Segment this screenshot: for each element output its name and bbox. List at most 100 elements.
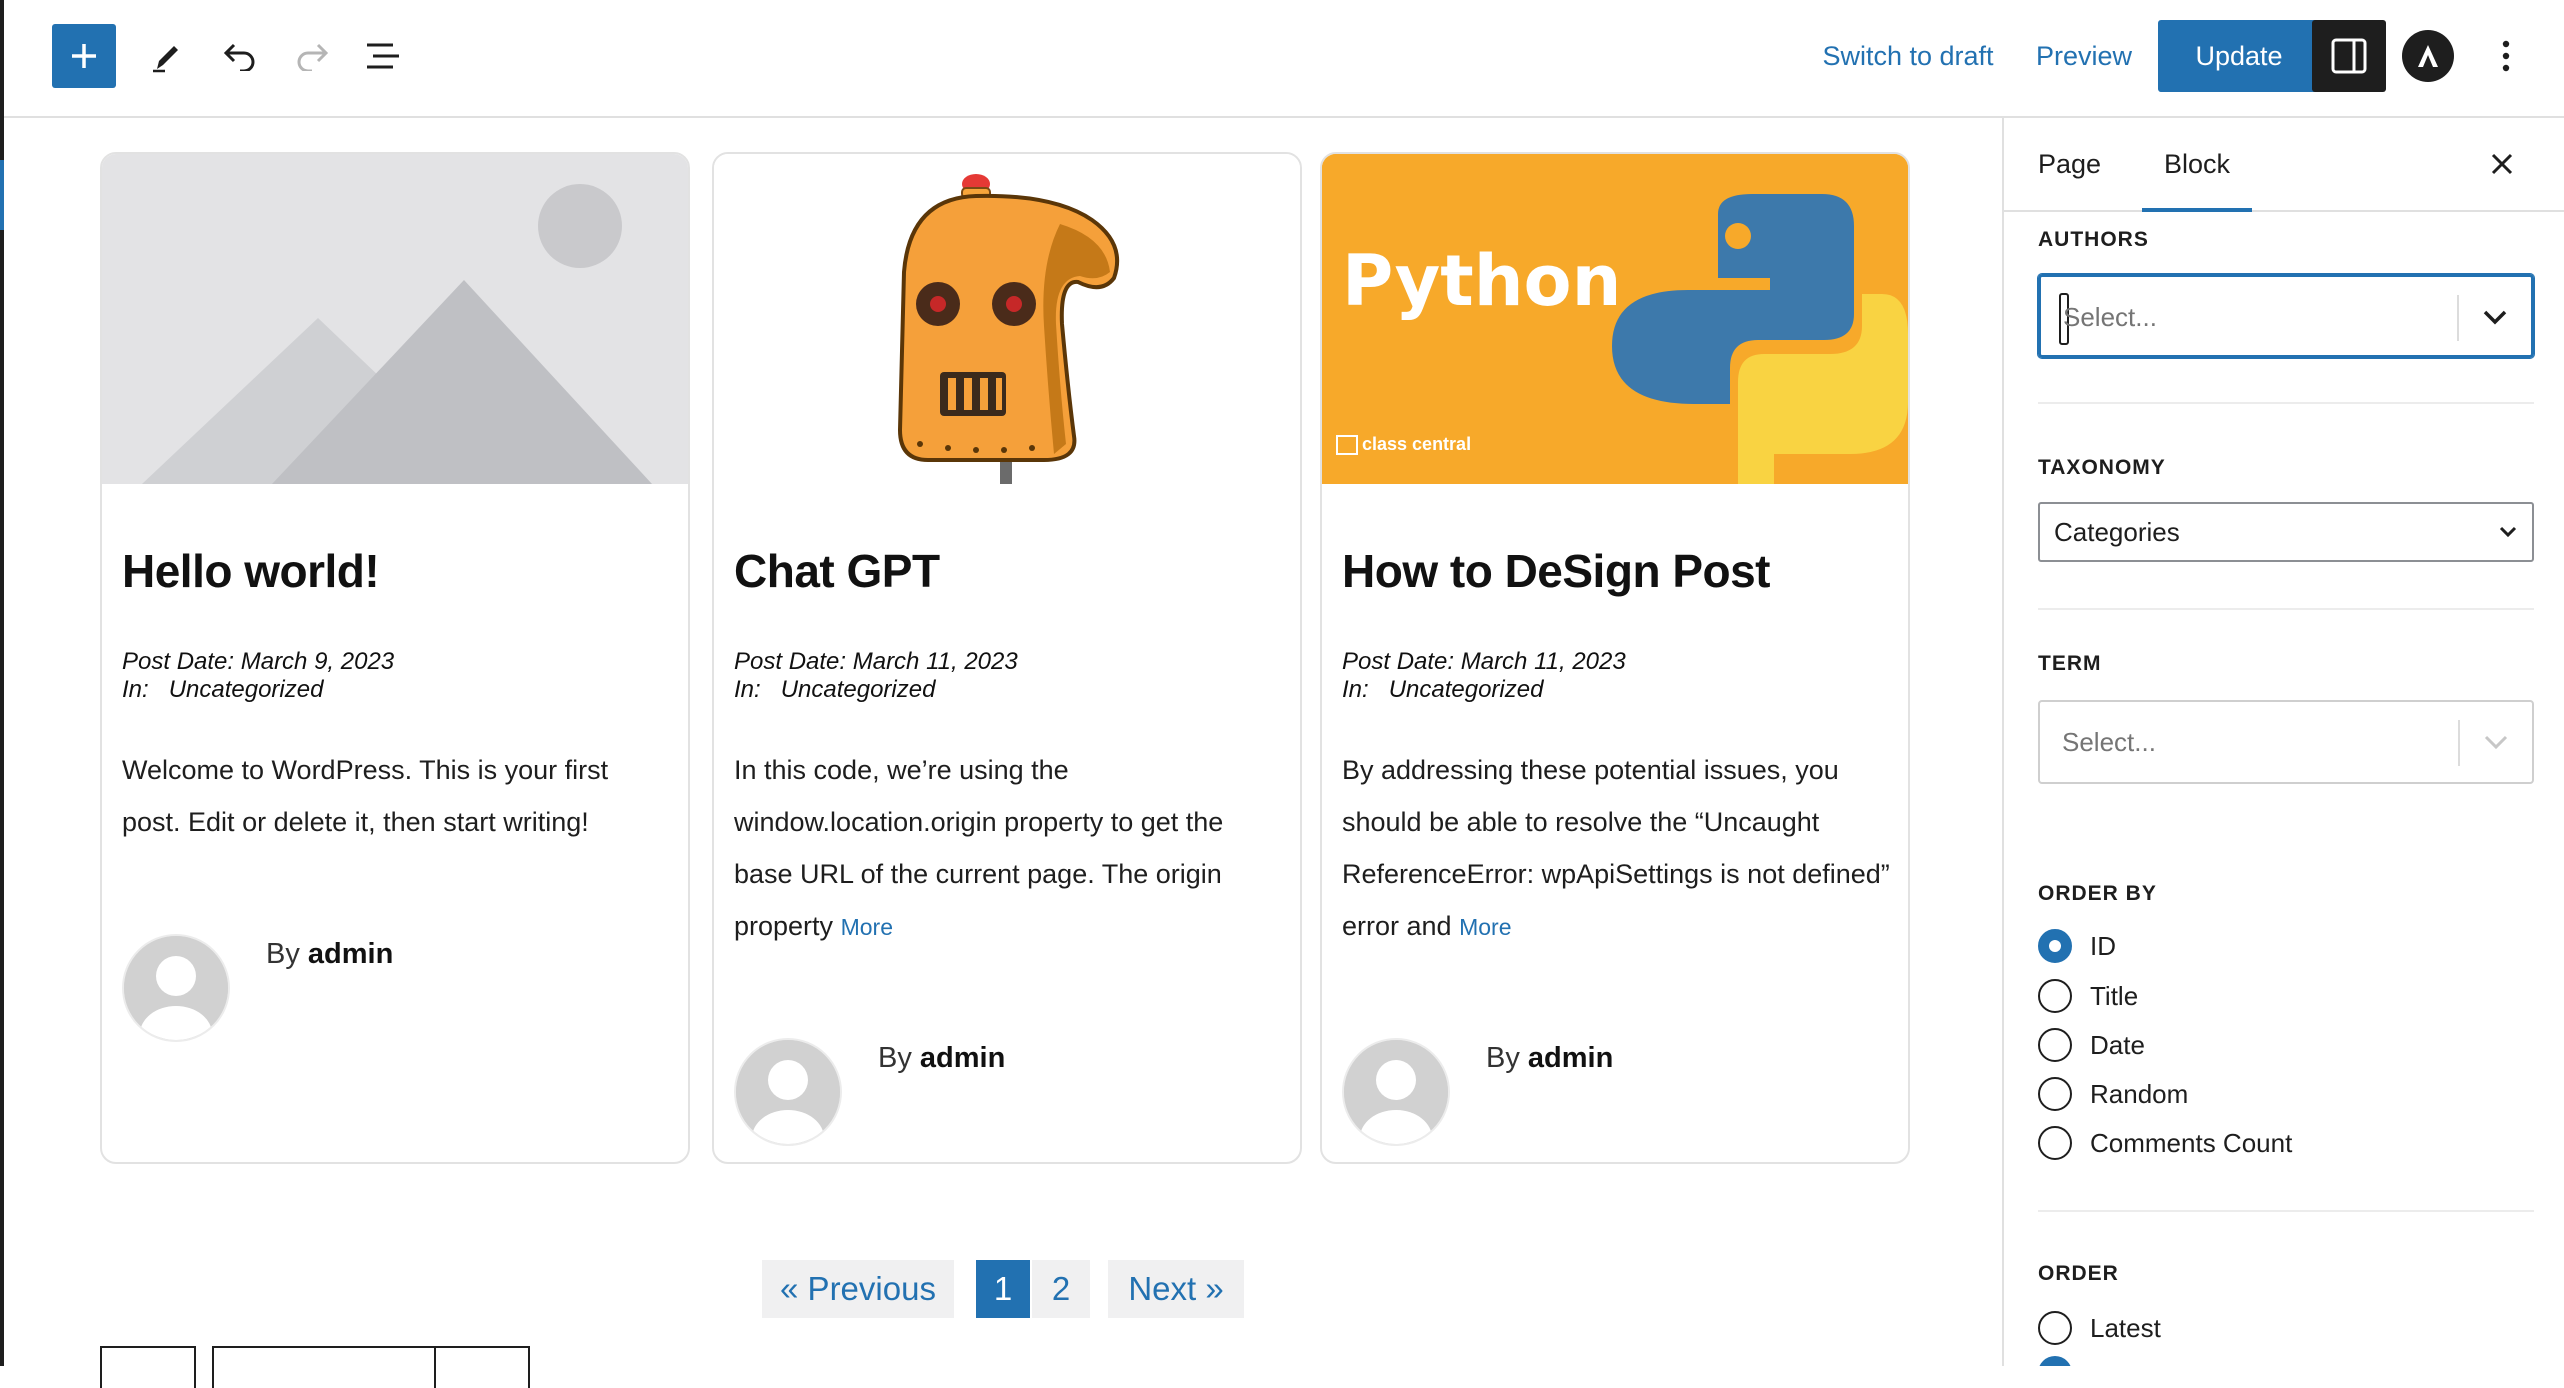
authors-placeholder: Select... <box>2063 301 2157 332</box>
pagination-previous[interactable]: « Previous <box>762 1260 954 1318</box>
pagination-page-2[interactable]: 2 <box>1032 1260 1090 1318</box>
read-more-link[interactable]: More <box>1459 914 1511 940</box>
block-toolbar-stub[interactable] <box>212 1346 436 1388</box>
order-by-option-date[interactable]: Date <box>2038 1025 2145 1065</box>
redo-button[interactable] <box>282 26 342 86</box>
image-caption-text: class central <box>1336 434 1471 455</box>
settings-sidebar: Page Block AUTHORS Select... TAXONOMY Ca… <box>2002 118 2564 1366</box>
radio-checked-icon <box>2038 929 2072 963</box>
add-block-button[interactable] <box>52 24 116 88</box>
post-excerpt: Welcome to WordPress. This is your first… <box>122 744 672 848</box>
post-title[interactable]: How to DeSign Post <box>1342 544 1771 598</box>
authors-label: AUTHORS <box>2038 228 2149 251</box>
term-select[interactable]: Select... <box>2038 700 2534 784</box>
radio-checked-icon <box>2038 1356 2072 1366</box>
tools-button[interactable] <box>136 26 196 86</box>
block-toolbar-stub[interactable] <box>432 1346 530 1388</box>
placeholder-image-icon <box>102 154 688 484</box>
order-option-partial[interactable] <box>2038 1356 2072 1366</box>
term-label: TERM <box>2038 652 2102 675</box>
update-button[interactable]: Update <box>2158 20 2320 92</box>
post-excerpt: In this code, we’re using the window.loc… <box>734 744 1284 953</box>
author-name[interactable]: admin <box>308 938 393 970</box>
close-sidebar-button[interactable] <box>2480 142 2524 186</box>
radio-icon <box>2038 979 2072 1013</box>
post-date: Post Date: March 9, 2023 <box>122 648 395 675</box>
class-central-logo-icon <box>1336 434 1358 455</box>
astra-icon <box>2418 45 2438 67</box>
taxonomy-select[interactable]: Categories <box>2038 502 2534 562</box>
post-card[interactable]: Hello world! Post Date: March 9, 2023 In… <box>100 152 690 1164</box>
term-placeholder: Select... <box>2062 726 2156 757</box>
chevron-down-icon[interactable] <box>2477 299 2513 335</box>
chevron-down-icon <box>2494 518 2522 546</box>
taxonomy-value: Categories <box>2054 516 2180 547</box>
robot-head-illustration <box>714 154 1300 484</box>
order-by-option-title[interactable]: Title <box>2038 976 2138 1016</box>
order-by-option-comments-count[interactable]: Comments Count <box>2038 1123 2292 1163</box>
settings-toggle-button[interactable] <box>2312 20 2386 92</box>
avatar <box>1342 1038 1450 1146</box>
post-author: By admin <box>878 1042 1005 1075</box>
divider <box>2038 1210 2534 1212</box>
editor-canvas: Hello world! Post Date: March 9, 2023 In… <box>4 118 2002 1388</box>
post-author: By admin <box>266 938 393 971</box>
block-toolbar-stub[interactable] <box>100 1346 196 1388</box>
options-menu-button[interactable] <box>2476 28 2536 84</box>
python-logo-banner: Python class central <box>1322 154 1908 484</box>
preview-button[interactable]: Preview <box>2030 24 2138 88</box>
redo-icon <box>297 43 329 71</box>
post-author: By admin <box>1486 1042 1613 1075</box>
divider <box>2038 402 2534 404</box>
astra-plugin-button[interactable] <box>2402 30 2454 82</box>
order-by-option-random[interactable]: Random <box>2038 1074 2188 1114</box>
list-view-icon <box>367 43 399 69</box>
tab-page[interactable]: Page <box>2038 118 2101 210</box>
chevron-down-icon[interactable] <box>2478 724 2514 760</box>
order-option-latest[interactable]: Latest <box>2038 1308 2161 1348</box>
taxonomy-label: TAXONOMY <box>2038 456 2166 479</box>
switch-to-draft-button[interactable]: Switch to draft <box>1816 24 2000 88</box>
pagination-page-1[interactable]: 1 <box>976 1260 1030 1318</box>
kebab-menu-icon <box>2502 40 2510 72</box>
post-title[interactable]: Chat GPT <box>734 544 940 598</box>
post-title[interactable]: Hello world! <box>122 544 380 598</box>
post-category[interactable]: In: Uncategorized <box>122 676 323 704</box>
post-category[interactable]: In: Uncategorized <box>734 676 935 704</box>
order-label: ORDER <box>2038 1262 2119 1285</box>
order-by-option-id[interactable]: ID <box>2038 926 2116 966</box>
post-card[interactable]: Python class central How to DeSign Post … <box>1320 152 1910 1164</box>
plus-icon <box>72 44 96 68</box>
pagination-next[interactable]: Next » <box>1108 1260 1244 1318</box>
radio-icon <box>2038 1077 2072 1111</box>
excerpt-text: In this code, we’re using the window.loc… <box>734 755 1224 941</box>
undo-icon <box>223 43 255 71</box>
by-label: By <box>266 938 300 970</box>
by-label: By <box>878 1042 912 1074</box>
pencil-icon <box>153 46 178 73</box>
avatar <box>734 1038 842 1146</box>
author-name[interactable]: admin <box>1528 1042 1613 1074</box>
radio-icon <box>2038 1028 2072 1062</box>
image-title-text: Python <box>1342 240 1622 322</box>
post-date: Post Date: March 11, 2023 <box>1342 648 1626 675</box>
authors-select[interactable]: Select... <box>2038 274 2534 358</box>
separator <box>2457 295 2459 341</box>
list-view-button[interactable] <box>354 26 414 86</box>
post-date: Post Date: March 11, 2023 <box>734 648 1018 675</box>
sidebar-toggle-icon <box>2331 38 2367 74</box>
read-more-link[interactable]: More <box>841 914 893 940</box>
separator <box>2458 720 2460 766</box>
post-category[interactable]: In: Uncategorized <box>1342 676 1543 704</box>
post-excerpt: By addressing these potential issues, yo… <box>1342 744 1892 953</box>
tab-block[interactable]: Block <box>2141 118 2253 212</box>
divider <box>2038 608 2534 610</box>
post-card[interactable]: Chat GPT Post Date: March 11, 2023 In: U… <box>712 152 1302 1164</box>
radio-icon <box>2038 1126 2072 1160</box>
by-label: By <box>1486 1042 1520 1074</box>
avatar <box>122 934 230 1042</box>
editor-toolbar: Switch to draft Preview Update <box>0 0 2564 118</box>
author-name[interactable]: admin <box>920 1042 1005 1074</box>
excerpt-text: By addressing these potential issues, yo… <box>1342 755 1890 941</box>
undo-button[interactable] <box>210 26 270 86</box>
